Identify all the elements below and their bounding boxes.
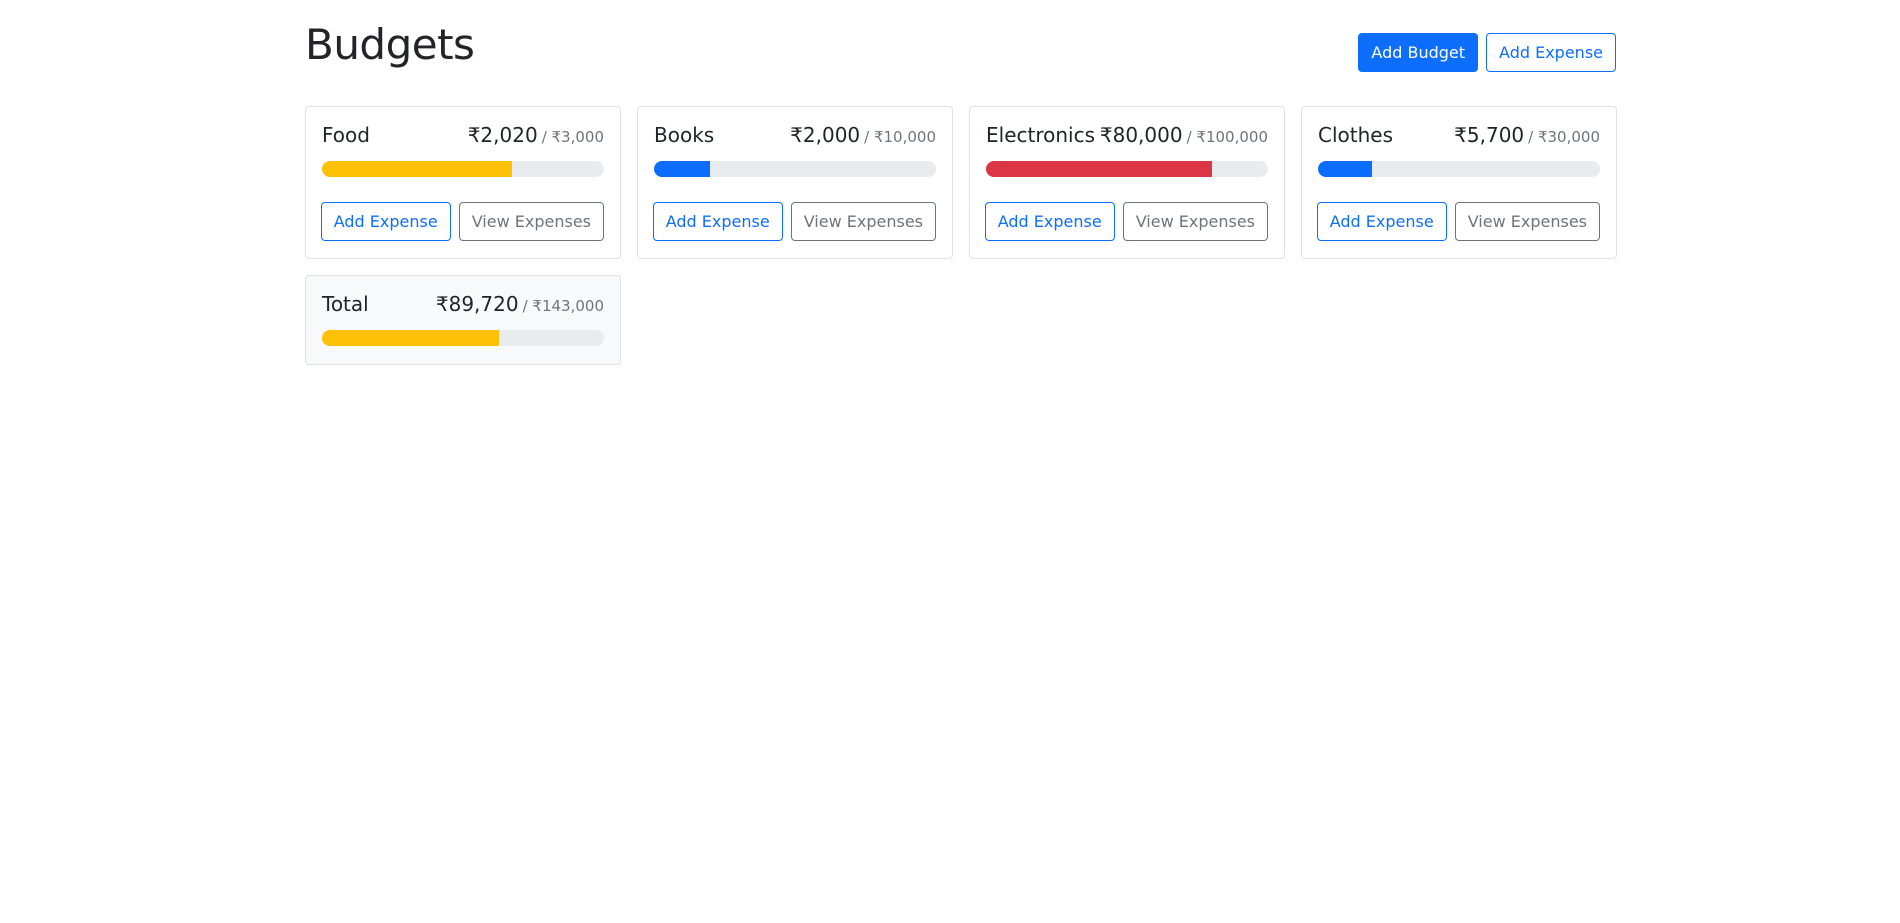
budget-card-actions: Add Expense View Expenses: [984, 202, 1268, 241]
budget-amounts: ₹2,000 / ₹10,000: [790, 123, 936, 147]
budget-name: Electronics: [986, 123, 1096, 147]
budget-card-header: Food ₹2,020 / ₹3,000: [322, 123, 604, 151]
budget-amounts: ₹80,000 / ₹100,000: [1100, 123, 1268, 147]
budget-max: / ₹30,000: [1528, 128, 1600, 146]
view-expenses-button[interactable]: View Expenses: [1122, 202, 1268, 241]
total-progress-bar: [322, 330, 499, 346]
add-expense-button[interactable]: Add Expense: [652, 202, 783, 241]
add-expense-button[interactable]: Add Expense: [1486, 33, 1616, 72]
budget-progress: [654, 161, 936, 177]
budget-progress: [322, 161, 604, 177]
budget-card-header: Electronics ₹80,000 / ₹100,000: [986, 123, 1268, 151]
page-header: Budgets Add Budget Add Expense: [305, 0, 1616, 106]
budget-card-header: Clothes ₹5,700 / ₹30,000: [1318, 123, 1600, 151]
budget-card-actions: Add Expense View Expenses: [652, 202, 936, 241]
budget-amounts: ₹2,020 / ₹3,000: [468, 123, 604, 147]
page-title: Budgets: [305, 20, 475, 69]
total-max: / ₹143,000: [522, 297, 604, 315]
add-expense-button[interactable]: Add Expense: [1316, 202, 1447, 241]
budget-spent: ₹5,700: [1454, 123, 1525, 147]
budget-spent: ₹2,020: [467, 123, 538, 147]
total-spent: ₹89,720: [435, 292, 519, 316]
budget-name: Clothes: [1318, 123, 1393, 147]
add-expense-button[interactable]: Add Expense: [984, 202, 1115, 241]
budget-max: / ₹100,000: [1186, 128, 1268, 146]
add-expense-button[interactable]: Add Expense: [320, 202, 451, 241]
budget-progress-bar: [986, 161, 1212, 177]
budget-card-books: Books ₹2,000 / ₹10,000 Add Expense View …: [637, 106, 953, 259]
total-card: Total ₹89,720 / ₹143,000: [305, 275, 621, 365]
budget-card-header: Books ₹2,000 / ₹10,000: [654, 123, 936, 151]
budget-card-actions: Add Expense View Expenses: [1316, 202, 1600, 241]
budget-card-clothes: Clothes ₹5,700 / ₹30,000 Add Expense Vie…: [1301, 106, 1617, 259]
total-progress: [322, 330, 604, 346]
budget-progress: [986, 161, 1268, 177]
header-actions: Add Budget Add Expense: [1358, 33, 1616, 72]
budget-card-electronics: Electronics ₹80,000 / ₹100,000 Add Expen…: [969, 106, 1285, 259]
budget-max: / ₹3,000: [541, 128, 604, 146]
add-budget-button[interactable]: Add Budget: [1358, 33, 1479, 72]
budget-progress-bar: [654, 161, 711, 177]
budget-progress-bar: [322, 161, 512, 177]
budget-card-food: Food ₹2,020 / ₹3,000 Add Expense View Ex…: [305, 106, 621, 259]
view-expenses-button[interactable]: View Expenses: [458, 202, 604, 241]
view-expenses-button[interactable]: View Expenses: [790, 202, 936, 241]
total-amounts: ₹89,720 / ₹143,000: [436, 292, 604, 316]
budget-spent: ₹2,000: [790, 123, 861, 147]
budget-spent: ₹80,000: [1099, 123, 1183, 147]
total-card-header: Total ₹89,720 / ₹143,000: [322, 292, 604, 320]
view-expenses-button[interactable]: View Expenses: [1454, 202, 1600, 241]
budget-grid: Food ₹2,020 / ₹3,000 Add Expense View Ex…: [305, 106, 1617, 365]
budget-name: Food: [322, 123, 370, 147]
budgets-page: Budgets Add Budget Add Expense Food ₹2,0…: [305, 0, 1617, 365]
budget-amounts: ₹5,700 / ₹30,000: [1454, 123, 1600, 147]
budget-name: Books: [654, 123, 715, 147]
budget-progress-bar: [1318, 161, 1372, 177]
budget-card-actions: Add Expense View Expenses: [320, 202, 604, 241]
total-name: Total: [322, 292, 369, 316]
budget-progress: [1318, 161, 1600, 177]
budget-max: / ₹10,000: [864, 128, 936, 146]
